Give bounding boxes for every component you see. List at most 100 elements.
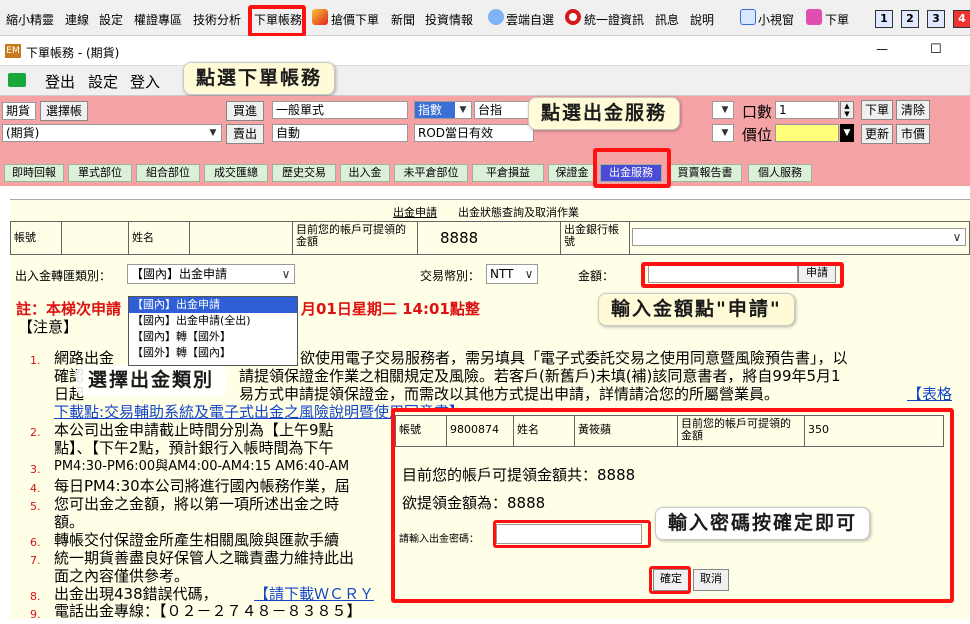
- layout-1-button[interactable]: 1: [875, 10, 893, 28]
- notice-line: 您可出金之金額，將以第一項所述出金之時: [54, 495, 340, 513]
- option-domestic-to-foreign[interactable]: 【國內】轉【國外】: [129, 329, 297, 345]
- maximize-button[interactable]: ☐: [930, 42, 942, 57]
- bank-cell: ∨: [629, 221, 970, 255]
- market-price-button[interactable]: 市價: [896, 124, 930, 144]
- menu-bar: 縮小精靈 連線 設定 權證專區 技術分析 下單帳務 搶價下單 新聞 投資情報 雲…: [0, 0, 970, 36]
- menu-item-rush-order[interactable]: 搶價下單: [331, 11, 379, 28]
- place-order-button[interactable]: 下單: [861, 100, 893, 120]
- notice-line-cont: 易方式申請提領保證金，而需改以其他方式提出申請，詳情請洽您的所屬營業員。: [239, 385, 780, 403]
- form-download-link[interactable]: 【表格: [907, 385, 952, 403]
- layout-3-button[interactable]: 3: [927, 10, 945, 28]
- layout-4-button[interactable]: 4: [953, 10, 970, 28]
- index-select[interactable]: 指數 ▼: [414, 101, 472, 119]
- notice-line: 轉帳交付保證金所產生相關風險與匯款手續: [54, 531, 340, 549]
- qty-spinner[interactable]: ▲ ▼: [840, 101, 854, 119]
- rod-select[interactable]: ROD當日有效: [414, 124, 534, 142]
- logout-button[interactable]: 登出: [45, 71, 75, 92]
- notice-line-cont: 請提領保證金作業之相關規定及風險。若客戶(新舊戶)未填(補)該同意書者，將自99…: [239, 367, 841, 385]
- auto-select[interactable]: 自動: [272, 124, 408, 142]
- qty-dropdown[interactable]: ▼: [712, 101, 734, 119]
- qty-input[interactable]: 1: [775, 101, 839, 119]
- available-value: 8888: [417, 221, 561, 255]
- available-label: 目前您的帳戶可提領的金額: [292, 221, 418, 255]
- account-select[interactable]: (期貨) ▼: [2, 124, 222, 142]
- chevron-down-icon: ∨: [524, 267, 534, 281]
- menu-item-investment-info[interactable]: 投資情報: [425, 11, 473, 28]
- notice-num: 5.: [30, 500, 41, 513]
- highlight-confirm: [649, 566, 691, 594]
- notice-num: 3.: [30, 463, 41, 476]
- tab-deposit-withdraw[interactable]: 出入金: [340, 164, 390, 182]
- tab-personal-service[interactable]: 個人服務: [748, 164, 812, 182]
- tab-margin[interactable]: 保證金: [548, 164, 596, 182]
- cloud-icon: [488, 9, 504, 25]
- logout-arrow-icon[interactable]: [8, 73, 26, 87]
- menu-item-tech-analysis[interactable]: 技術分析: [193, 11, 241, 28]
- menu-item-order[interactable]: 下單: [825, 11, 849, 28]
- window-title-bar: EM 下單帳務 - (期貨) — ☐: [0, 36, 970, 66]
- currency-select[interactable]: NTT ∨: [486, 264, 538, 284]
- menu-item-warrants[interactable]: 權證專區: [134, 11, 182, 28]
- layout-2-button[interactable]: 2: [901, 10, 919, 28]
- transfer-type-label: 出入金轉匯類別：: [15, 269, 112, 283]
- menu-item-news[interactable]: 新聞: [391, 11, 415, 28]
- login-button[interactable]: 登入: [130, 71, 160, 92]
- amount-label: 金額：: [578, 269, 615, 283]
- price-input[interactable]: [775, 124, 839, 142]
- tab-trade-history[interactable]: 歷史交易: [272, 164, 336, 182]
- menu-item-small-window[interactable]: 小視窗: [758, 11, 794, 28]
- bank-select[interactable]: ∨: [632, 228, 966, 246]
- bank-label: 出金銀行帳號: [560, 221, 630, 255]
- option-foreign-to-domestic[interactable]: 【國外】轉【國內】: [129, 345, 297, 361]
- tab-trade-summary[interactable]: 成交匯總: [204, 164, 268, 182]
- tab-closed-pnl[interactable]: 平倉損益: [472, 164, 544, 182]
- menu-item-connect[interactable]: 連線: [65, 11, 89, 28]
- tab-single-position[interactable]: 單式部位: [68, 164, 132, 182]
- settings-button[interactable]: 設定: [88, 71, 118, 92]
- tab-trade-report[interactable]: 買賣報告書: [668, 164, 742, 182]
- menu-item-cloud-watchlist[interactable]: 雲端自選: [506, 11, 554, 28]
- chevron-down-icon: ∨: [952, 230, 962, 244]
- clear-button[interactable]: 清除: [896, 100, 930, 120]
- order-icon: [806, 9, 822, 25]
- menu-item-settings[interactable]: 設定: [99, 11, 123, 28]
- price-toggle[interactable]: ▼: [840, 124, 854, 142]
- tab-realtime-report[interactable]: 即時回報: [4, 164, 64, 182]
- account-type-box[interactable]: 期貨: [2, 102, 36, 120]
- notice-line: 出金出現438錯誤代碼，: [54, 585, 218, 603]
- tab-combo-position[interactable]: 組合部位: [136, 164, 200, 182]
- qty-label: 口數: [742, 103, 773, 121]
- notice-label: 【注意】: [18, 318, 79, 336]
- option-domestic-withdraw[interactable]: 【國內】出金申請: [129, 297, 297, 313]
- transfer-type-select[interactable]: 【國內】出金申請 ∨: [127, 264, 295, 284]
- select-account-button[interactable]: 選擇帳: [40, 101, 88, 121]
- window-title: 下單帳務 - (期貨): [26, 46, 120, 60]
- notice-line: 額。: [54, 513, 85, 531]
- subtab-query[interactable]: 出金狀態查詢及取消作業: [458, 204, 579, 220]
- sell-button[interactable]: 賣出: [226, 124, 264, 144]
- index-name-box[interactable]: 台指: [474, 101, 534, 119]
- menu-item-wizard[interactable]: 縮小精靈: [6, 11, 54, 28]
- menu-item-messages[interactable]: 訊息: [655, 11, 679, 28]
- tab-open-position[interactable]: 未平倉部位: [394, 164, 468, 182]
- menu-item-uni-info[interactable]: 統一證資訊: [584, 11, 644, 28]
- notice-heading-right: 月01日星期二 14:01點整: [301, 300, 480, 318]
- notice-num: 1.: [30, 354, 41, 367]
- minimize-button[interactable]: —: [876, 42, 888, 56]
- menu-item-help[interactable]: 說明: [690, 11, 714, 28]
- highlight-password: [493, 520, 651, 548]
- window-icon: [740, 9, 756, 25]
- update-button[interactable]: 更新: [861, 124, 893, 144]
- subtab-apply[interactable]: 出金申請: [393, 204, 437, 220]
- transfer-type-options: 【國內】出金申請 【國內】出金申請(全出) 【國內】轉【國外】 【國外】轉【國內…: [128, 296, 298, 366]
- record-icon: [565, 9, 581, 25]
- option-domestic-withdraw-all[interactable]: 【國內】出金申請(全出): [129, 313, 297, 329]
- order-type-select[interactable]: 一般單式: [272, 101, 408, 119]
- wcry-download-link[interactable]: 【請下載ＷＣＲＹ: [254, 585, 374, 603]
- chevron-down-icon: ▼: [455, 102, 471, 118]
- notice-num: 4.: [30, 482, 41, 495]
- lightning-icon: [312, 9, 328, 25]
- price-dropdown[interactable]: ▼: [712, 124, 734, 142]
- buy-button[interactable]: 買進: [226, 101, 264, 121]
- notice-num: 9.: [30, 608, 41, 621]
